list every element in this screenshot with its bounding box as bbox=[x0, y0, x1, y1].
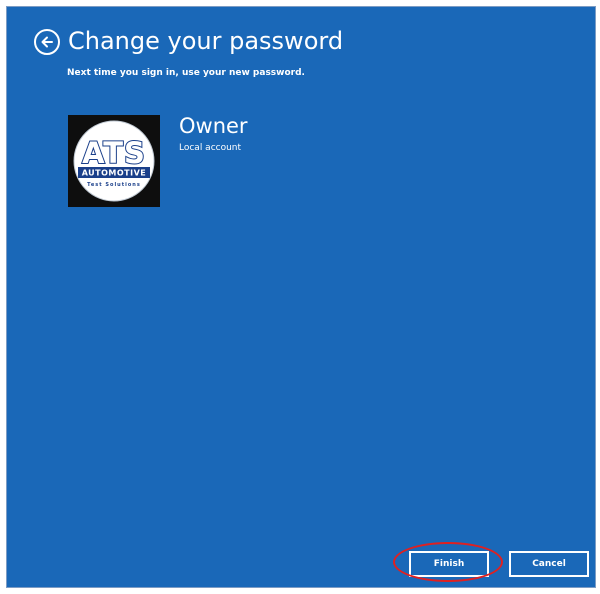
cancel-button[interactable]: Cancel bbox=[509, 551, 589, 577]
back-arrow-circle-icon bbox=[41, 36, 53, 48]
finish-button[interactable]: Finish bbox=[409, 551, 489, 577]
page-title: Change your password bbox=[68, 27, 344, 55]
logo-tagline: Test Solutions bbox=[87, 182, 141, 188]
back-button[interactable] bbox=[34, 29, 60, 55]
account-type: Local account bbox=[179, 143, 242, 153]
change-password-dialog: Change your password Next time you sign … bbox=[6, 6, 596, 588]
logo-subtext: AUTOMOTIVE bbox=[82, 169, 147, 178]
page-subtitle: Next time you sign in, use your new pass… bbox=[67, 68, 305, 78]
ats-logo-image: ATS AUTOMOTIVE Test Solutions bbox=[68, 115, 160, 207]
avatar: ATS AUTOMOTIVE Test Solutions bbox=[68, 115, 160, 207]
logo-text: ATS bbox=[82, 136, 146, 170]
account-name: Owner bbox=[179, 114, 248, 138]
